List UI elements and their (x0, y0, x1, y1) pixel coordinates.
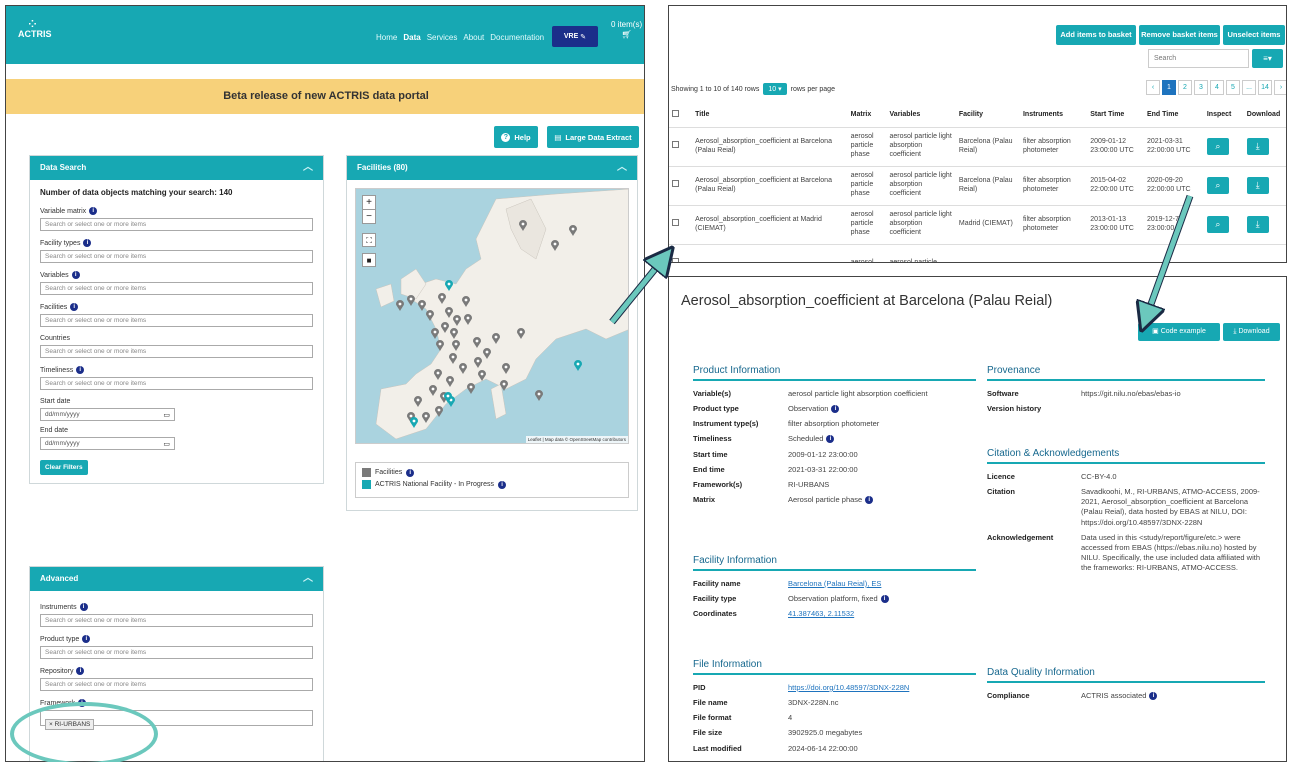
arrow-to-table-fill (610, 258, 664, 324)
annotation-arrows (609, 194, 1194, 762)
arrow-to-detail-fill (1146, 195, 1193, 318)
